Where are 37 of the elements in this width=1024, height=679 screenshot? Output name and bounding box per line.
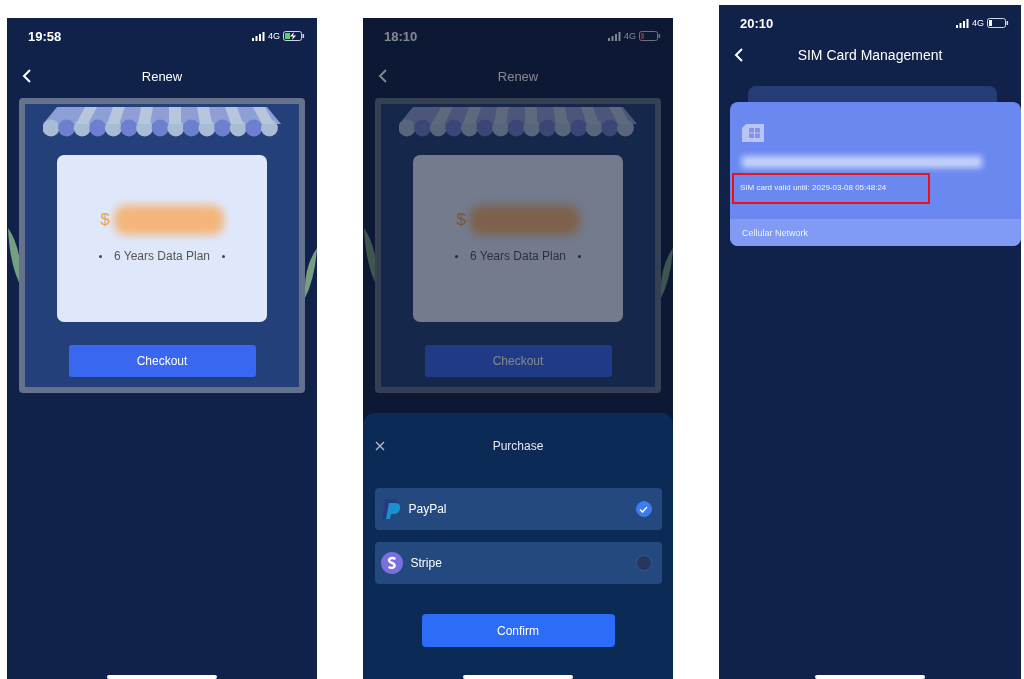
bullet-icon bbox=[454, 254, 458, 258]
payment-name: Stripe bbox=[410, 556, 443, 570]
back-icon[interactable] bbox=[22, 68, 32, 84]
payment-option[interactable]: PayPal bbox=[374, 488, 662, 530]
network-label: 4G bbox=[972, 18, 984, 28]
status-time: 19:58 bbox=[28, 28, 62, 44]
screen-title: Renew bbox=[497, 68, 539, 84]
bullet-icon bbox=[222, 254, 226, 258]
currency-symbol: $ bbox=[456, 210, 466, 230]
bullet-icon bbox=[98, 254, 102, 258]
screen-title: Renew bbox=[141, 68, 183, 84]
signal-icon bbox=[608, 31, 621, 41]
status-time: 18:10 bbox=[384, 28, 418, 44]
payment-name: PayPal bbox=[408, 502, 448, 516]
screen-title: SIM Card Management bbox=[797, 47, 943, 63]
paypal-logo-icon bbox=[380, 498, 401, 520]
payment-option[interactable]: Stripe bbox=[374, 542, 662, 584]
plan-label: 6 Years Data Plan bbox=[469, 249, 567, 263]
plan-label: 6 Years Data Plan bbox=[113, 249, 211, 263]
bullet-icon bbox=[578, 254, 582, 258]
checkout-button[interactable]: Checkout bbox=[424, 345, 612, 377]
sim-chip-icon bbox=[742, 124, 764, 142]
confirm-button[interactable]: Confirm bbox=[421, 614, 615, 647]
status-time: 20:10 bbox=[740, 15, 774, 31]
network-label: 4G bbox=[624, 31, 636, 41]
network-label: Cellular Network bbox=[742, 227, 809, 238]
signal-icon bbox=[956, 18, 969, 28]
stripe-logo-icon bbox=[380, 552, 403, 574]
network-label: 4G bbox=[268, 31, 280, 41]
validity-text: SIM card valid until: 2029-03-08 05:48:24 bbox=[732, 173, 931, 204]
back-icon[interactable] bbox=[734, 47, 744, 63]
close-icon[interactable] bbox=[375, 441, 385, 451]
network-row[interactable]: Cellular Network bbox=[730, 219, 1021, 246]
currency-symbol: $ bbox=[100, 210, 110, 230]
sheet-title: Purchase bbox=[492, 439, 544, 453]
checkout-button[interactable]: Checkout bbox=[68, 345, 256, 377]
signal-icon bbox=[252, 31, 265, 41]
